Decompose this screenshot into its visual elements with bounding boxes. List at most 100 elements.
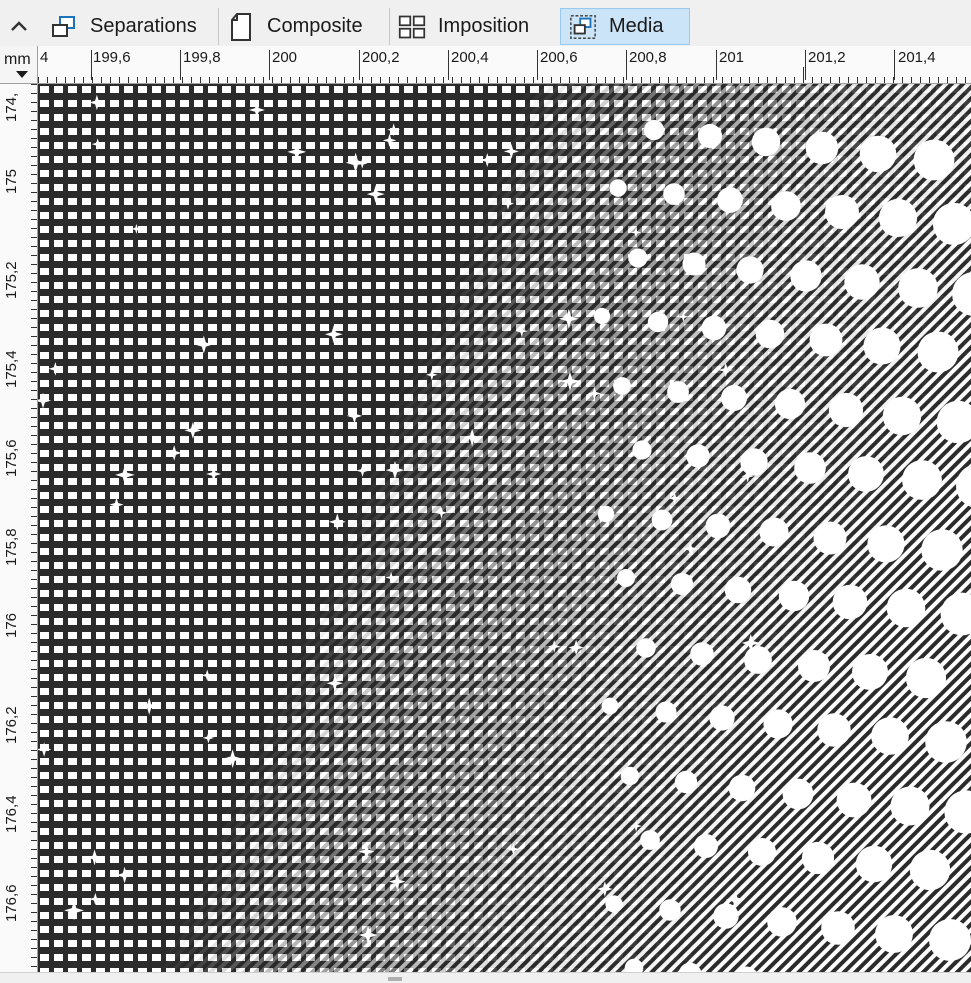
ruler-tick xyxy=(31,372,37,373)
ruler-tick xyxy=(31,831,37,832)
ruler-tick xyxy=(31,957,37,958)
ruler-tick xyxy=(31,615,37,616)
ruler-tick xyxy=(31,678,37,679)
ruler-tick xyxy=(659,77,660,83)
halftone-dot xyxy=(636,638,656,658)
ruler-tick xyxy=(31,255,37,256)
ruler-tick xyxy=(31,201,37,202)
halftone-dot xyxy=(717,187,743,213)
ruler-tick xyxy=(31,192,37,193)
ruler-tick xyxy=(31,453,37,454)
scrollbar-thumb[interactable] xyxy=(388,977,402,981)
ruler-tick xyxy=(31,840,37,841)
halftone-dot xyxy=(917,331,959,373)
ruler-tick xyxy=(31,858,37,859)
halftone-dot xyxy=(886,588,926,628)
horizontal-scrollbar[interactable] xyxy=(0,972,971,983)
ruler-tick xyxy=(31,228,37,229)
halftone-dot xyxy=(728,774,756,802)
halftone-dot xyxy=(640,830,660,850)
ruler-tick xyxy=(31,390,37,391)
ruler-label: 176,2 xyxy=(3,706,20,744)
ruler-label: 175,4 xyxy=(3,350,20,388)
halftone-dot xyxy=(794,452,826,484)
ruler-label: 176 xyxy=(3,612,20,638)
ruler-tick xyxy=(839,77,840,83)
ruler-label: 175 xyxy=(3,168,20,194)
ruler-tick xyxy=(31,84,37,85)
ruler-tick xyxy=(31,822,37,823)
ruler-label: 175,8 xyxy=(3,528,20,566)
vertical-ruler[interactable]: 174, 175 175,2 175,4 175,6 175,8 176 176… xyxy=(0,84,38,972)
ruler-tick xyxy=(31,507,37,508)
ruler-tick xyxy=(551,77,552,83)
halftone-dot xyxy=(755,319,785,349)
tab-media[interactable]: Media xyxy=(560,8,690,45)
horizontal-ruler[interactable]: 4 199,6 199,8 200 200,2 200,4 200,6 200,… xyxy=(38,46,971,84)
ruler-tick xyxy=(569,77,570,83)
halftone-dot xyxy=(832,584,868,620)
ruler-tick xyxy=(31,921,37,922)
ruler-tick xyxy=(31,777,37,778)
ruler-tick xyxy=(812,77,813,83)
ruler-tick xyxy=(31,912,37,913)
ruler-tick xyxy=(31,651,37,652)
ruler-tick xyxy=(524,77,525,83)
halftone-dot xyxy=(790,260,822,292)
view-tab-bar: Separations Composite Imposition Media xyxy=(0,0,971,47)
ruler-tick xyxy=(31,345,37,346)
halftone-dot xyxy=(751,127,781,157)
halftone-dot xyxy=(686,444,710,468)
ruler-tick xyxy=(776,77,777,83)
ruler-tick xyxy=(452,77,453,83)
ruler-tick xyxy=(31,381,37,382)
ruler-tick xyxy=(31,894,37,895)
halftone-dot xyxy=(859,135,897,173)
ruler-tick xyxy=(31,669,37,670)
ruler-tick xyxy=(31,246,37,247)
ruler-tick xyxy=(31,291,37,292)
ruler-tick xyxy=(623,77,624,83)
ruler-tick xyxy=(31,93,37,94)
ruler-major-tick xyxy=(359,50,360,80)
ruler-tick xyxy=(362,77,363,83)
ruler-tick xyxy=(875,77,876,83)
ruler-tick xyxy=(31,282,37,283)
halftone-dot xyxy=(871,717,909,755)
halftone-dot xyxy=(763,709,793,739)
ruler-tick xyxy=(425,77,426,83)
ruler-tick xyxy=(31,435,37,436)
ruler-tick xyxy=(740,77,741,83)
ruler-tick xyxy=(236,77,237,83)
halftone-dot xyxy=(925,721,967,763)
ruler-tick xyxy=(173,77,174,83)
ruler-tick xyxy=(31,300,37,301)
halftone-dot xyxy=(651,509,673,531)
separations-icon xyxy=(50,13,78,41)
ruler-tick xyxy=(31,210,37,211)
halftone-dot xyxy=(813,521,847,555)
media-preview-canvas[interactable] xyxy=(38,84,971,972)
ruler-tick xyxy=(31,273,37,274)
collapse-panel-button[interactable] xyxy=(0,8,38,44)
ruler-tick xyxy=(31,579,37,580)
ruler-tick xyxy=(650,77,651,83)
ruler-tick xyxy=(479,77,480,83)
ruler-tick xyxy=(74,77,75,83)
ruler-tick xyxy=(31,525,37,526)
ruler-tick xyxy=(884,77,885,83)
ruler-tick xyxy=(560,77,561,83)
tab-composite-label: Composite xyxy=(267,15,363,37)
ruler-tick xyxy=(137,77,138,83)
ruler-tick xyxy=(31,354,37,355)
ruler-tick xyxy=(794,77,795,83)
ruler-tick xyxy=(31,768,37,769)
tab-composite[interactable]: Composite xyxy=(219,8,389,45)
ruler-unit-selector[interactable]: mm xyxy=(0,46,38,84)
ruler-tick xyxy=(929,77,930,83)
tab-separations[interactable]: Separations xyxy=(42,8,218,45)
halftone-dot xyxy=(605,895,623,913)
ruler-tick xyxy=(947,77,948,83)
halftone-dot xyxy=(593,307,611,325)
tab-imposition[interactable]: Imposition xyxy=(390,8,560,45)
